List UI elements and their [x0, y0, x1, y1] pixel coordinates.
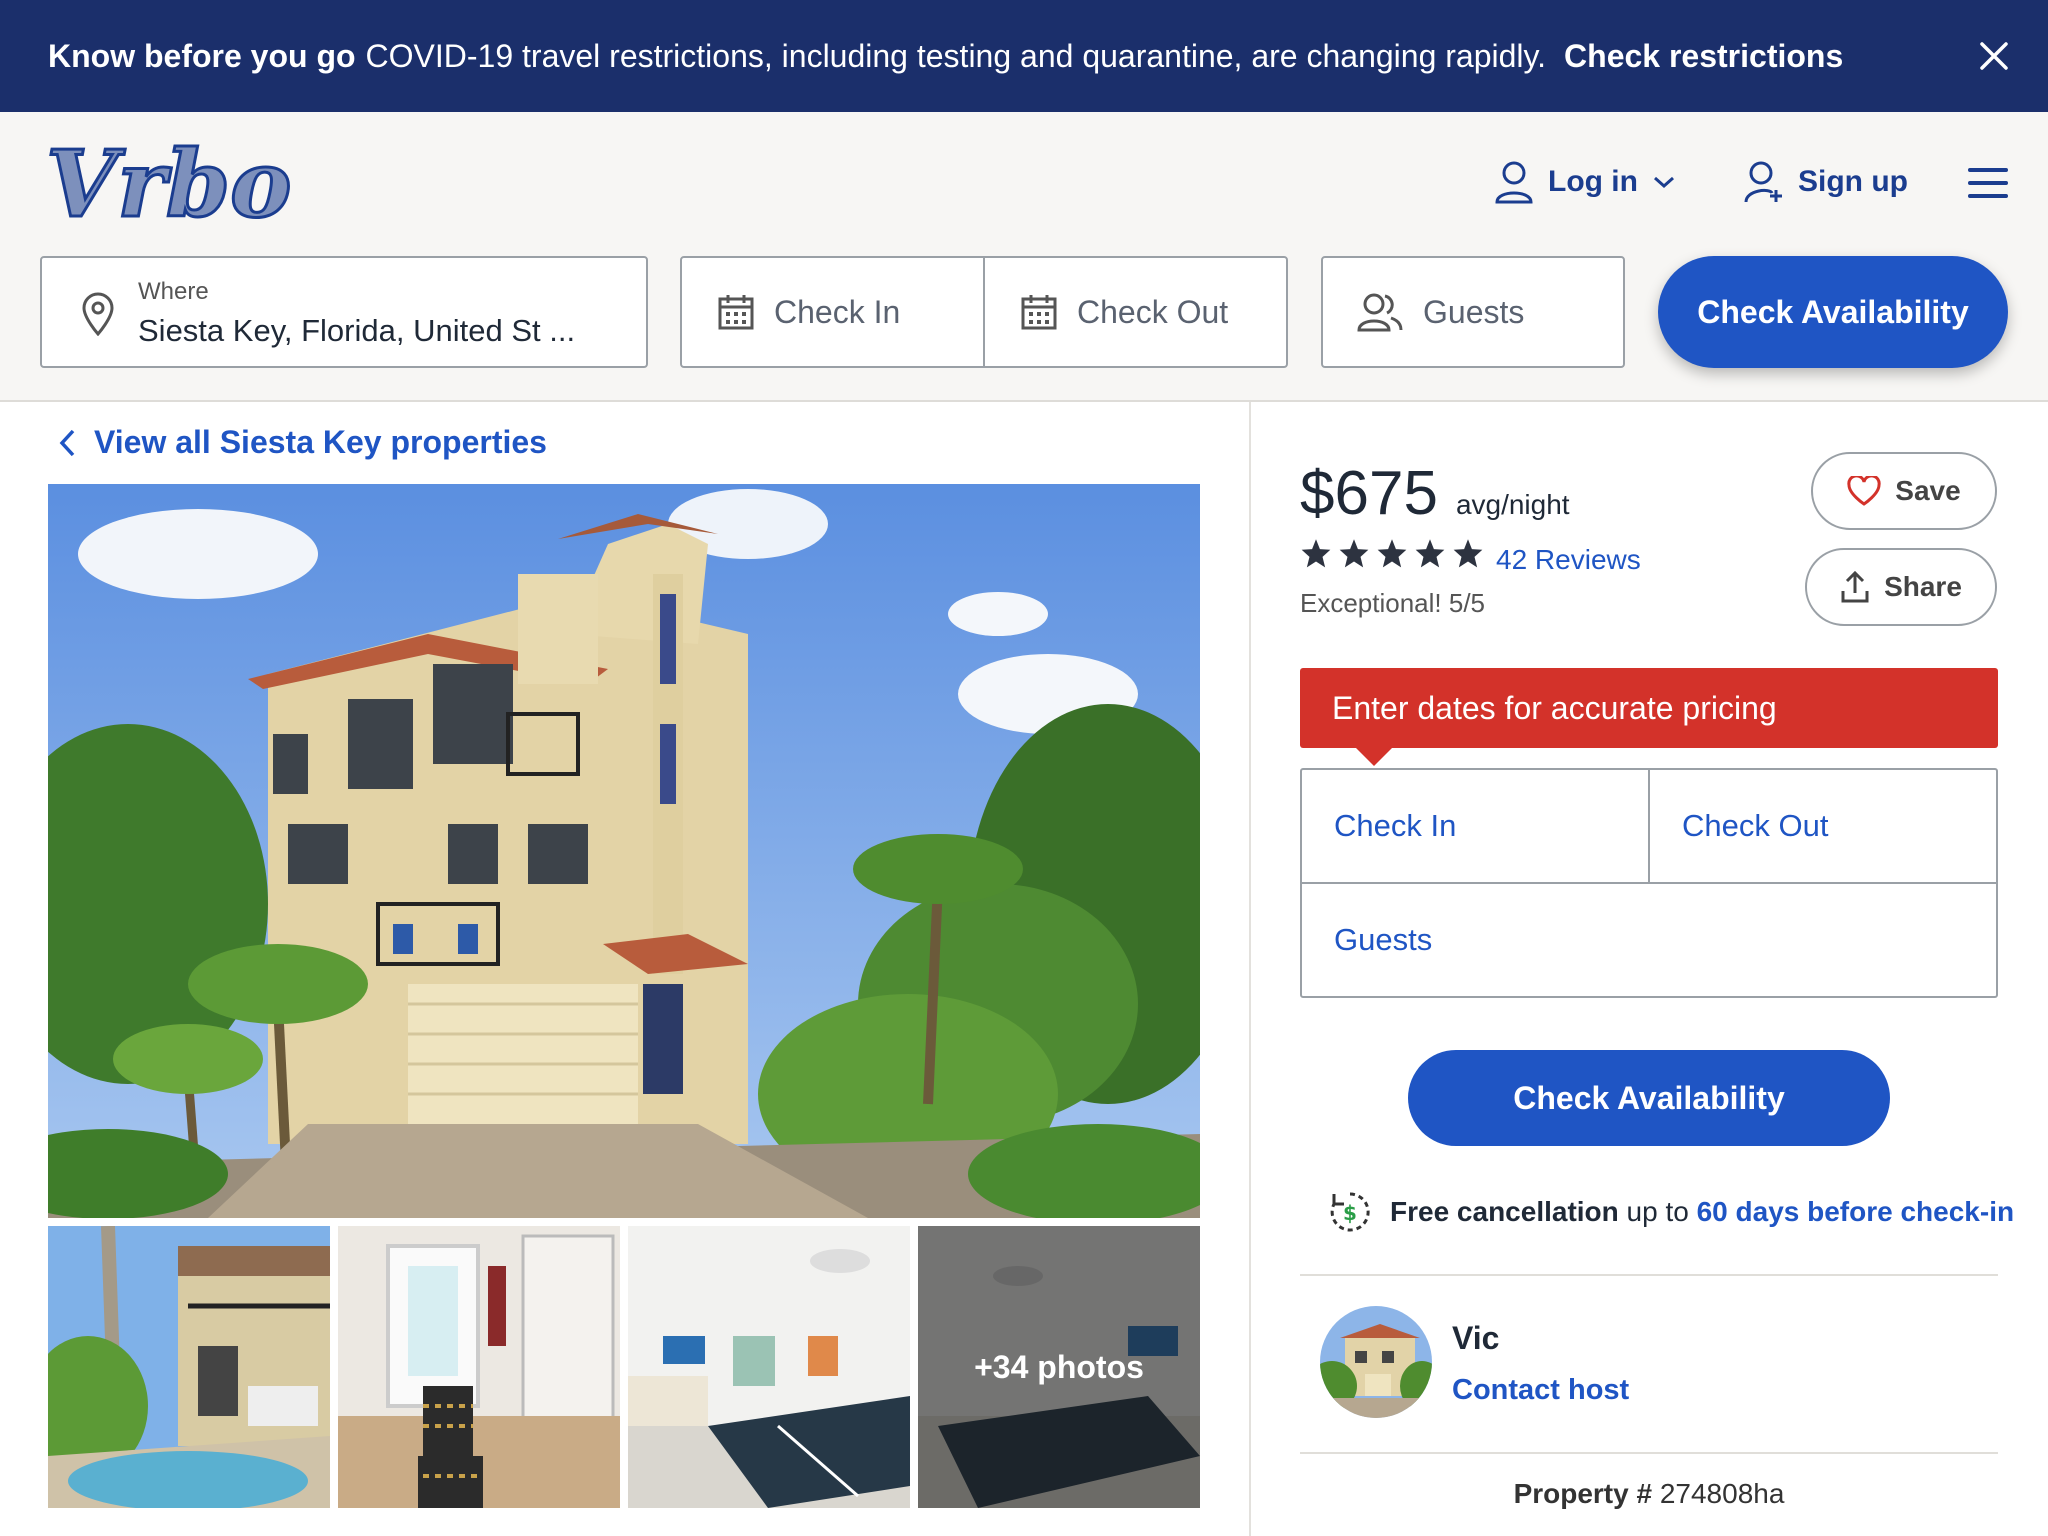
guests-placeholder: Guests	[1423, 293, 1525, 330]
booking-check-availability-button[interactable]: Check Availability	[1408, 1050, 1890, 1146]
date-range-field: Check In Check Out	[680, 256, 1288, 368]
cancellation-bold: Free cancellation	[1390, 1196, 1619, 1227]
hamburger-menu-icon[interactable]	[1968, 168, 2008, 202]
booking-form: Check In Check Out Guests	[1300, 768, 1998, 998]
property-number: Property # 274808ha	[1300, 1478, 1998, 1510]
star-icon	[1339, 539, 1369, 568]
covid-banner: Know before you go COVID-19 travel restr…	[0, 0, 2048, 112]
user-add-icon	[1744, 161, 1782, 203]
price: $675 avg/night	[1300, 458, 1570, 529]
thumbnail-photo[interactable]	[338, 1226, 620, 1508]
booking-guests[interactable]: Guests	[1302, 884, 1996, 996]
main-property-photo[interactable]	[48, 484, 1200, 1218]
signup-link[interactable]: Sign up	[1744, 160, 1908, 204]
cancellation-mid: up to	[1626, 1196, 1689, 1227]
thumbnail-photo[interactable]	[48, 1226, 330, 1508]
star-icon	[1453, 539, 1483, 568]
price-unit: avg/night	[1455, 489, 1570, 520]
price-amount: $675	[1300, 459, 1438, 528]
calendar-icon	[718, 295, 754, 330]
where-label: Where	[138, 278, 209, 305]
property-id-value: 274808ha	[1659, 1478, 1785, 1509]
check-in-placeholder: Check In	[774, 293, 901, 330]
chevron-down-icon	[1653, 176, 1674, 189]
thumbnail-photo[interactable]: +34 photos	[918, 1226, 1200, 1508]
pricing-alert: Enter dates for accurate pricing	[1300, 668, 1998, 766]
cancellation-link[interactable]: 60 days before check-in	[1697, 1196, 2014, 1227]
cancellation-policy: $ Free cancellation up to 60 days before…	[1326, 1188, 2014, 1236]
banner-message: COVID-19 travel restrictions, including …	[365, 37, 1547, 74]
view-all-properties-link[interactable]: View all Siesta Key properties	[58, 424, 547, 461]
booking-check-in[interactable]: Check In	[1302, 770, 1648, 882]
close-icon[interactable]	[1974, 36, 2014, 76]
host-avatar[interactable]	[1320, 1306, 1432, 1418]
rating-text: Exceptional! 5/5	[1300, 588, 1486, 618]
check-in-field[interactable]: Check In	[682, 258, 983, 366]
star-icon	[1415, 539, 1445, 568]
chevron-left-icon	[59, 429, 75, 456]
save-label: Save	[1895, 475, 1961, 506]
login-menu[interactable]: Log in	[1494, 160, 1676, 204]
signup-label: Sign up	[1798, 165, 1908, 198]
star-icon	[1301, 539, 1331, 568]
check-availability-button[interactable]: Check Availability	[1658, 256, 2008, 368]
login-label: Log in	[1548, 165, 1638, 198]
refund-clock-icon: $	[1330, 1192, 1370, 1232]
view-all-label: View all Siesta Key properties	[94, 424, 547, 460]
share-button[interactable]: Share	[1805, 548, 1997, 626]
booking-check-out[interactable]: Check Out	[1650, 770, 1996, 882]
logo-wordmark-fill: Vrbo	[46, 138, 292, 230]
reviews-link[interactable]: 42 Reviews	[1496, 544, 1641, 576]
star-icon	[1377, 539, 1407, 568]
where-field[interactable]: Where Siesta Key, Florida, United St ...	[40, 256, 648, 368]
save-button[interactable]: Save	[1811, 452, 1997, 530]
divider	[1300, 1274, 1998, 1276]
share-icon	[1841, 571, 1869, 603]
pricing-alert-text: Enter dates for accurate pricing	[1332, 689, 1777, 726]
divider	[1300, 1452, 1998, 1454]
user-icon	[1495, 161, 1533, 204]
check-out-field[interactable]: Check Out	[983, 258, 1286, 366]
thumbnail-photo[interactable]	[628, 1226, 910, 1508]
property-label: Property #	[1513, 1478, 1653, 1509]
banner-heading: Know before you go	[48, 37, 356, 74]
check-restrictions-link[interactable]: Check restrictions	[1564, 38, 1843, 75]
svg-text:$: $	[1343, 1201, 1357, 1225]
check-out-placeholder: Check Out	[1077, 293, 1229, 330]
more-photos-overlay[interactable]: +34 photos	[918, 1226, 1200, 1508]
guests-icon	[1357, 293, 1403, 332]
contact-host-link[interactable]: Contact host	[1452, 1374, 1629, 1407]
where-value: Siesta Key, Florida, United St ...	[138, 313, 576, 348]
host-name: Vic	[1452, 1320, 1500, 1356]
guests-field[interactable]: Guests	[1321, 256, 1625, 368]
star-rating	[1300, 538, 1484, 568]
vrbo-logo[interactable]: Vrbo Vrbo	[45, 129, 296, 240]
heart-icon	[1847, 476, 1881, 506]
share-label: Share	[1884, 571, 1962, 602]
calendar-icon	[1021, 295, 1057, 330]
column-divider	[1249, 402, 1251, 1536]
location-pin-icon	[82, 292, 114, 336]
